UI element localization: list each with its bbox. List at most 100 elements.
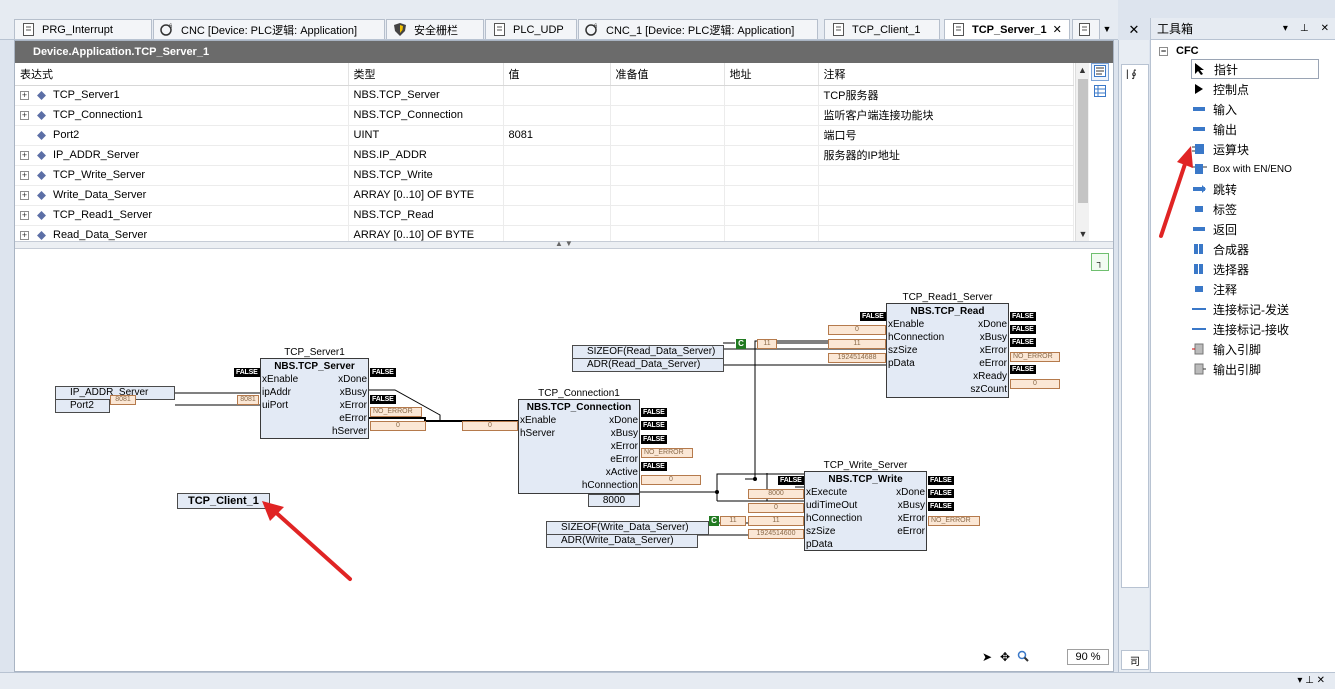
toolbox-item-composer[interactable]: 合成器 xyxy=(1191,239,1249,259)
pin-xenable[interactable]: xEnable xyxy=(888,319,924,331)
expand-icon[interactable]: + xyxy=(20,90,29,100)
toolbox-item-jump[interactable]: 跳转 xyxy=(1191,179,1237,199)
pin-xbusy[interactable]: xBusy xyxy=(611,428,638,440)
input-adr-read-data[interactable]: ADR(Read_Data_Server) xyxy=(572,358,724,372)
pin-szcount[interactable]: szCount xyxy=(970,384,1007,396)
expand-icon[interactable]: + xyxy=(20,190,29,200)
scroll-up-icon[interactable]: ▲ xyxy=(1076,63,1089,77)
toolbox-item-output[interactable]: 输出 xyxy=(1191,119,1237,139)
table-row[interactable]: + TCP_Read1_Server NBS.TCP_Read xyxy=(15,205,1074,226)
tab-list-dropdown[interactable]: ▼ xyxy=(1100,19,1114,39)
declaration-view-button[interactable] xyxy=(1091,63,1109,81)
side-panel-lower[interactable]: 司 xyxy=(1121,650,1149,670)
fb-tcp-server[interactable]: TCP_Server1 NBS.TCP_Server xEnable ipAdd… xyxy=(260,347,369,439)
toolbox-item-box-en-eno[interactable]: Box with EN/ENO xyxy=(1191,159,1292,179)
toolbox-item-box[interactable]: 运算块 xyxy=(1191,139,1249,159)
tab-prg-interrupt[interactable]: PRG_Interrupt xyxy=(14,19,152,39)
toolbox-group-cfc[interactable]: − CFC xyxy=(1159,45,1335,57)
input-sizeof-read-data[interactable]: SIZEOF(Read_Data_Server) xyxy=(572,345,724,359)
tab-overflow[interactable] xyxy=(1072,19,1100,39)
toolbox-item-input-pin[interactable]: 输入引脚 xyxy=(1191,339,1261,359)
pin-icon[interactable]: ⊥ xyxy=(1300,23,1309,34)
column-address[interactable]: 地址 xyxy=(724,63,819,86)
output-tcp-client-1[interactable]: TCP_Client_1 xyxy=(177,493,270,509)
toolbox-item-output-pin[interactable]: 输出引脚 xyxy=(1191,359,1261,379)
pin-xready[interactable]: xReady xyxy=(973,371,1007,383)
toolbox-item-selector[interactable]: 选择器 xyxy=(1191,259,1249,279)
dock-controls-icon[interactable]: ▾ ⊥ ✕ xyxy=(1297,675,1325,686)
cfc-canvas[interactable]: IP_ADDR_Server Port2 SIZEOF(Read_Data_Se… xyxy=(15,249,1113,671)
connection-const-value[interactable]: 8000 xyxy=(588,494,640,507)
pin-pdata[interactable]: pData xyxy=(888,358,915,370)
column-value[interactable]: 值 xyxy=(503,63,611,86)
tab-cnc-1[interactable]: 6 CNC_1 [Device: PLC逻辑: Application] xyxy=(578,19,818,39)
pin-eerror[interactable]: eError xyxy=(339,413,367,425)
tabular-view-button[interactable] xyxy=(1091,83,1109,101)
pin-xerror[interactable]: xError xyxy=(340,400,367,412)
tab-tcp-client-1[interactable]: TCP_Client_1 xyxy=(824,19,940,39)
pin-xerror[interactable]: xError xyxy=(980,345,1007,357)
pin-eerror[interactable]: eError xyxy=(610,454,638,466)
scroll-down-icon[interactable]: ▼ xyxy=(1076,227,1090,241)
toolbox-item-connection-mark-send[interactable]: 连接标记-发送 xyxy=(1191,299,1289,319)
toolbox-item-pointer[interactable]: 指针 xyxy=(1191,59,1319,79)
pin-eerror[interactable]: eError xyxy=(897,526,925,538)
expand-icon[interactable]: + xyxy=(20,230,29,240)
pin-pdata[interactable]: pData xyxy=(806,539,833,551)
fb-tcp-write[interactable]: TCP_Write_Server NBS.TCP_Write xExecute … xyxy=(804,460,927,551)
scrollbar-thumb[interactable] xyxy=(1078,79,1088,203)
panel-menu-button[interactable]: ▾ xyxy=(1283,23,1288,34)
fb-tcp-read[interactable]: TCP_Read1_Server NBS.TCP_Read xEnable hC… xyxy=(886,292,1009,398)
toolbox-item-comment[interactable]: 注释 xyxy=(1191,279,1237,299)
expand-icon[interactable]: + xyxy=(20,150,29,160)
pin-eerror[interactable]: eError xyxy=(979,358,1007,370)
editor-splitter[interactable]: ▲▼ xyxy=(15,239,1113,249)
input-port2[interactable]: Port2 xyxy=(55,399,110,413)
close-icon[interactable]: ✕ xyxy=(1321,23,1329,34)
pin-xenable[interactable]: xEnable xyxy=(262,374,298,386)
column-prepared-value[interactable]: 准备值 xyxy=(610,63,725,86)
pin-uditimeout[interactable]: udiTimeOut xyxy=(806,500,857,512)
pin-xerror[interactable]: xError xyxy=(898,513,925,525)
pin-ipaddr[interactable]: ipAddr xyxy=(262,387,291,399)
pin-hconnection[interactable]: hConnection xyxy=(582,480,638,492)
pin-hserver[interactable]: hServer xyxy=(520,428,555,440)
toolbox-item-return[interactable]: 返回 xyxy=(1191,219,1237,239)
fb-tcp-connection[interactable]: TCP_Connection1 NBS.TCP_Connection xEnab… xyxy=(518,388,640,494)
table-row[interactable]: + Write_Data_Server ARRAY [0..10] OF BYTE xyxy=(15,185,1074,206)
tab-plc-udp[interactable]: PLC_UDP xyxy=(485,19,577,39)
tab-safety-fence[interactable]: 安全栅栏 xyxy=(386,19,484,39)
pin-xactive[interactable]: xActive xyxy=(606,467,638,479)
pin-xexecute[interactable]: xExecute xyxy=(806,487,847,499)
column-comment[interactable]: 注释 xyxy=(818,63,1074,86)
side-panel-content[interactable]: | ∮ xyxy=(1121,64,1149,588)
close-tab-button[interactable]: ✕ xyxy=(1053,23,1062,36)
tab-cnc[interactable]: 6 CNC [Device: PLC逻辑: Application] xyxy=(153,19,385,39)
select-tool-button[interactable]: ➤ xyxy=(979,649,995,665)
pan-tool-button[interactable]: ✥ xyxy=(997,649,1013,665)
pin-hconnection[interactable]: hConnection xyxy=(806,513,862,525)
pin-xerror[interactable]: xError xyxy=(611,441,638,453)
pin-szsize[interactable]: szSize xyxy=(806,526,835,538)
pin-xdone[interactable]: xDone xyxy=(609,415,638,427)
toolbox-item-input[interactable]: 输入 xyxy=(1191,99,1237,119)
pin-xbusy[interactable]: xBusy xyxy=(340,387,367,399)
pin-uiport[interactable]: uiPort xyxy=(262,400,288,412)
pin-szsize[interactable]: szSize xyxy=(888,345,917,357)
column-type[interactable]: 类型 xyxy=(348,63,504,86)
pin-xdone[interactable]: xDone xyxy=(338,374,367,386)
column-expression[interactable]: 表达式 xyxy=(15,63,349,86)
pin-xenable[interactable]: xEnable xyxy=(520,415,556,427)
expand-icon[interactable]: + xyxy=(20,210,29,220)
table-row[interactable]: + TCP_Server1 NBS.TCP_Server TCP服务器 xyxy=(15,85,1074,106)
pin-xbusy[interactable]: xBusy xyxy=(898,500,925,512)
table-row[interactable]: + TCP_Connection1 NBS.TCP_Connection 监听客户端连… xyxy=(15,105,1074,126)
pin-xdone[interactable]: xDone xyxy=(978,319,1007,331)
zoom-level[interactable]: 90 % xyxy=(1067,649,1109,665)
toolbox-item-control-point[interactable]: 控制点 xyxy=(1191,79,1249,99)
pin-hserver[interactable]: hServer xyxy=(332,426,367,438)
table-row[interactable]: + Read_Data_Server ARRAY [0..10] OF BYTE xyxy=(15,225,1074,241)
watch-table-scrollbar[interactable]: ▲ ▼ xyxy=(1075,63,1089,241)
toolbox-item-connection-mark-receive[interactable]: 连接标记-接收 xyxy=(1191,319,1289,339)
toolbox-item-label[interactable]: 标签 xyxy=(1191,199,1237,219)
